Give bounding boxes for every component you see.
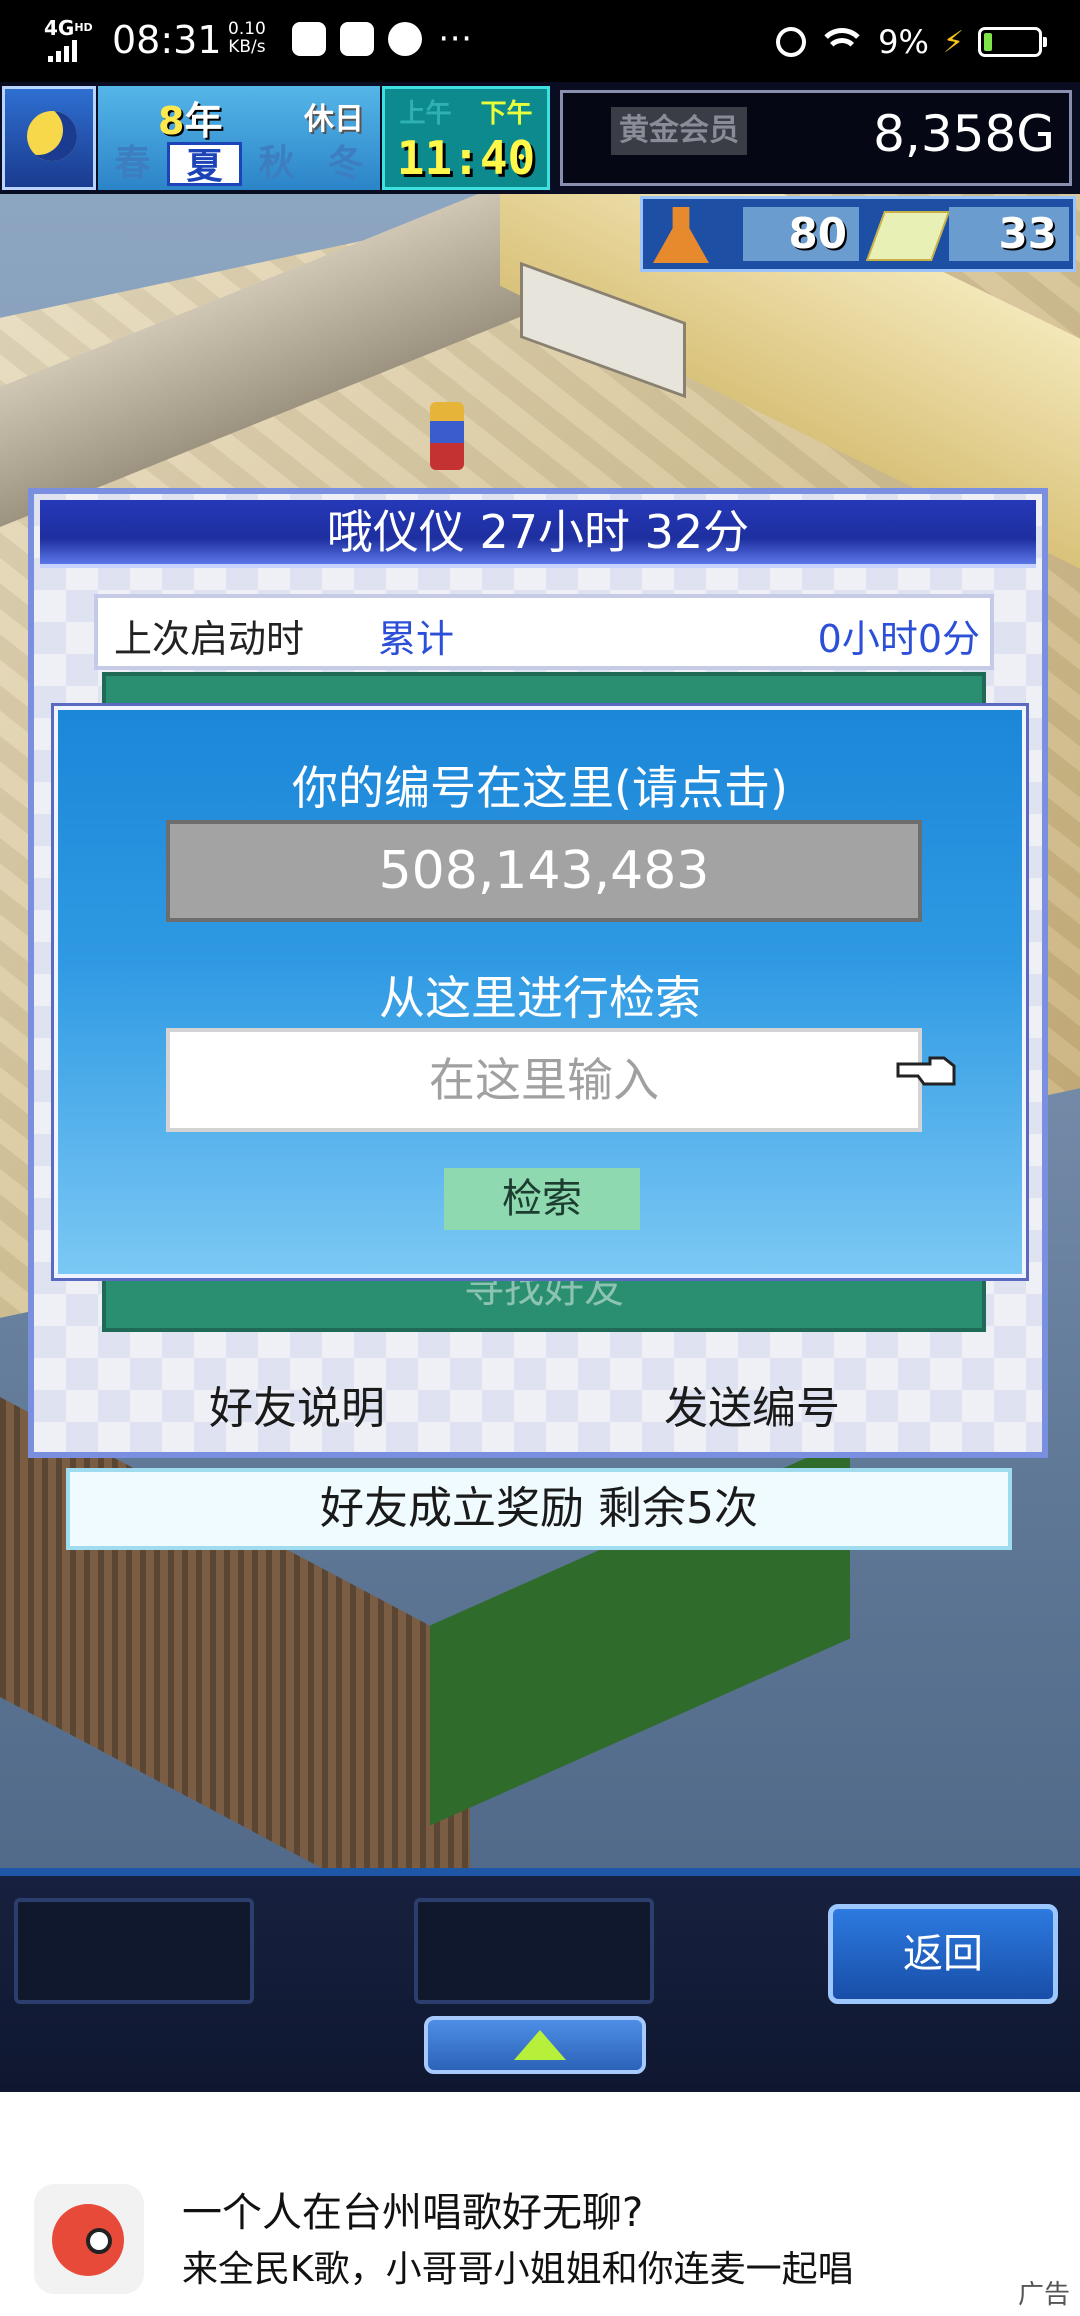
staff-character[interactable] (430, 402, 464, 470)
book-icon (865, 211, 951, 261)
network-speed: 0.10 KB/s (228, 20, 266, 56)
top-hud: 8年 休日 春 夏 秋 冬 上午 下午 11:40 黄金会员 8,358G (0, 82, 1080, 194)
holiday-label: 休日 (304, 102, 364, 137)
pointing-hand-icon (896, 1056, 956, 1086)
notification-icons (292, 22, 436, 56)
money-display: 黄金会员 8,358G (560, 90, 1072, 186)
karaoke-app-icon[interactable] (34, 2184, 144, 2294)
total-value: 0小时0分 (817, 617, 980, 661)
battery-percent: 9% (878, 23, 929, 61)
calendar: 8年 休日 春 夏 秋 冬 (98, 86, 380, 190)
resource-bar: 80 33 (640, 196, 1076, 272)
friend-id-input[interactable] (166, 1028, 922, 1132)
ad-label: 广告 (1017, 2280, 1070, 2310)
notification-app-icon (292, 22, 326, 56)
speed-value: 0.10 (228, 19, 266, 39)
battery-icon (978, 27, 1047, 57)
status-time: 08:31 (112, 18, 222, 62)
charging-icon: ⚡ (942, 24, 964, 60)
season-summer: 夏 (167, 142, 242, 187)
year-display: 8年 (158, 90, 222, 145)
alarm-icon (776, 27, 807, 57)
toolbar-slot-left[interactable] (14, 1898, 254, 2004)
season-autumn: 秋 (258, 143, 295, 184)
friend-id-dialog: 你的编号在这里(请点击) 508,143,483 从这里进行检索 检索 (54, 706, 1026, 1278)
clock-time: 11:40 (396, 131, 536, 185)
signal-icon (48, 40, 82, 62)
ad-banner[interactable]: 一个人在台州唱歌好无聊? 来全民K歌，小哥哥小姐姐和你连麦一起唱 广告 (0, 2092, 1080, 2316)
expand-up-button[interactable] (424, 2016, 646, 2074)
speed-unit: KB/s (228, 37, 266, 57)
am-label: 上午 (399, 99, 452, 129)
membership-rank: 黄金会员 (611, 107, 747, 155)
wifi-icon (820, 26, 865, 58)
ad-body: 来全民K歌，小哥哥小姐姐和你连麦一起唱 (182, 2249, 854, 2290)
book-points: 33 (949, 207, 1069, 261)
status-bar: 4GHD 08:31 0.10 KB/s ⋯ 9% ⚡ (0, 0, 1080, 82)
dialog-title: 你的编号在这里(请点击) (292, 761, 788, 815)
status-right: 9% ⚡ (776, 20, 1047, 64)
research-flask-icon (653, 207, 709, 263)
season-winter: 冬 (327, 143, 364, 184)
network-hd: HD (74, 21, 93, 34)
wechat-icon (388, 22, 422, 56)
last-launch-label: 上次启动时 (114, 617, 305, 661)
season-spring: 春 (114, 143, 151, 184)
search-button[interactable]: 检索 (444, 1168, 640, 1230)
toolbar-slot-center[interactable] (414, 1898, 654, 2004)
gold-amount: 8,358G (873, 105, 1055, 163)
up-arrow-icon (514, 2030, 566, 2060)
playtime-row: 上次启动时 累计 0小时0分 (94, 594, 994, 670)
pm-label: 下午 (480, 99, 533, 129)
back-button[interactable]: 返回 (828, 1904, 1058, 2004)
total-label: 累计 (378, 617, 455, 661)
research-points: 80 (743, 207, 859, 261)
friend-explain-button[interactable]: 好友说明 (209, 1372, 385, 1436)
send-id-button[interactable]: 发送编号 (664, 1372, 840, 1436)
moon-icon[interactable] (2, 86, 96, 190)
my-id-field[interactable]: 508,143,483 (166, 820, 922, 922)
season-list: 春 夏 秋 冬 (98, 142, 380, 187)
bottom-toolbar: 返回 (0, 1868, 1080, 2092)
friend-reward-banner: 好友成立奖励 剩余5次 (66, 1468, 1012, 1550)
network-indicator: 4GHD (44, 18, 93, 38)
game-clock: 上午 下午 11:40 (382, 86, 550, 190)
year-unit: 年 (184, 99, 223, 143)
mail-icon (340, 22, 374, 56)
year-number: 8 (158, 99, 185, 143)
panel-title: 哦仪仪 27小时 32分 (40, 500, 1036, 568)
network-type: 4G (44, 16, 75, 40)
ad-headline: 一个人在台州唱歌好无聊? (182, 2190, 644, 2236)
search-label: 从这里进行检索 (379, 971, 701, 1025)
more-notifications-icon: ⋯ (438, 18, 472, 58)
